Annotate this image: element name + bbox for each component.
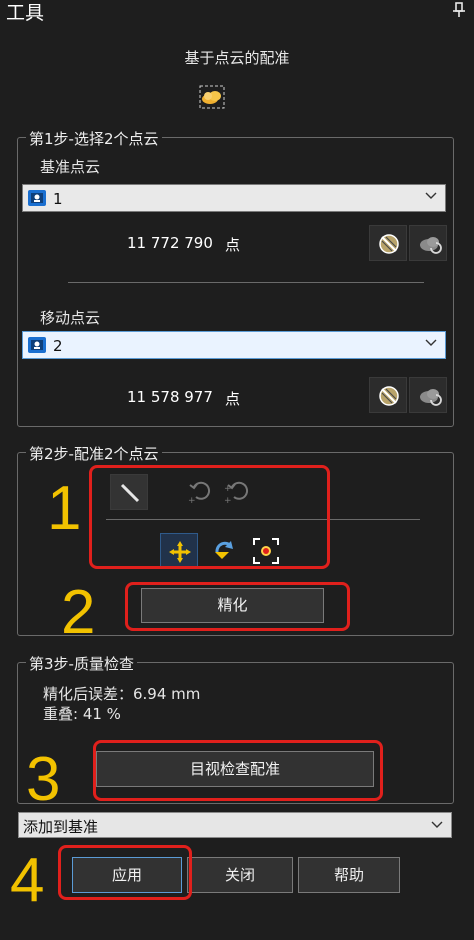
cloud-register-icon <box>199 85 225 109</box>
move-filter-button[interactable] <box>369 377 407 413</box>
annotation-number-2: 2 <box>61 578 96 647</box>
base-point-unit: 点 <box>225 236 241 254</box>
pin-icon[interactable] <box>452 2 466 18</box>
move-cloud-label: 移动点云 <box>40 309 101 327</box>
annotation-box-2 <box>125 582 350 631</box>
move-point-count: 11 578 977 <box>127 388 213 406</box>
point-cloud-icon <box>28 337 46 353</box>
cloud-refresh-icon <box>420 389 442 406</box>
chevron-down-icon <box>431 821 443 828</box>
title-bar <box>0 0 474 26</box>
annotation-number-1: 1 <box>47 474 82 543</box>
chevron-down-icon <box>425 339 437 346</box>
filter-icon <box>379 234 399 254</box>
annotation-box-4 <box>58 845 192 900</box>
panel-title: 工具 <box>6 2 45 24</box>
move-cloud-select[interactable]: 2 <box>22 331 446 359</box>
move-refresh-button[interactable] <box>409 377 447 413</box>
base-cloud-label: 基准点云 <box>40 158 101 176</box>
point-cloud-icon <box>28 190 46 206</box>
step3-legend: 第3步-质量检查 <box>26 653 137 674</box>
chevron-down-icon <box>425 192 437 199</box>
close-button[interactable]: 关闭 <box>187 857 293 893</box>
add-to-base-value: 添加到基准 <box>23 818 99 836</box>
refine-error-text: 精化后误差：6.94 mm <box>43 685 201 703</box>
annotation-box-3 <box>93 740 383 801</box>
annotation-number-4: 4 <box>10 846 45 915</box>
base-refresh-button[interactable] <box>409 225 447 261</box>
overlap-text: 重叠: 41 % <box>43 705 121 723</box>
filter-icon <box>379 386 399 406</box>
panel-subtitle: 基于点云的配准 <box>184 49 290 67</box>
move-point-unit: 点 <box>225 390 241 408</box>
annotation-number-3: 3 <box>26 745 61 814</box>
step2-legend: 第2步-配准2个点云 <box>26 443 162 464</box>
base-point-count: 11 772 790 <box>127 234 213 252</box>
add-to-base-select[interactable]: 添加到基准 <box>18 812 452 838</box>
annotation-box-1 <box>89 465 330 569</box>
base-filter-button[interactable] <box>369 225 407 261</box>
step1-legend: 第1步-选择2个点云 <box>26 128 162 149</box>
help-button[interactable]: 帮助 <box>298 857 400 893</box>
base-cloud-select[interactable]: 1 <box>22 184 446 212</box>
cloud-refresh-icon <box>420 237 442 254</box>
base-cloud-value: 1 <box>53 190 63 208</box>
move-cloud-value: 2 <box>53 337 63 355</box>
divider <box>68 282 424 283</box>
